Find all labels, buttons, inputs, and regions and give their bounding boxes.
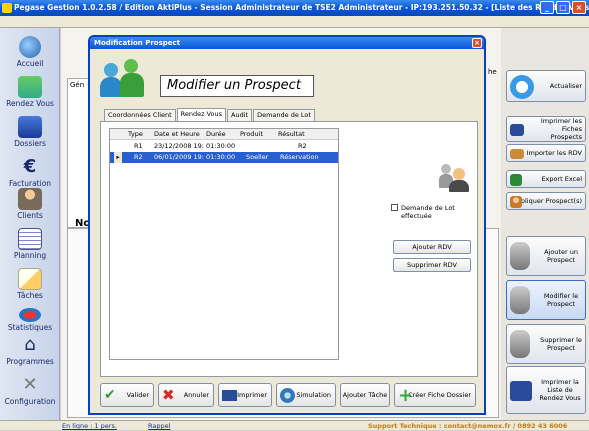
plus-icon: + [398, 385, 414, 406]
creer-fiche-dossier-button[interactable]: + Créer Fiche Dossier [394, 383, 476, 407]
sidebar-item-dossiers[interactable]: Dossiers [0, 116, 60, 148]
lot-checkbox-row[interactable]: Demande de Lot effectuée [391, 204, 456, 220]
rendez-vous-panel: Type Date et Heure Durée Produit Résulta… [100, 121, 478, 377]
status-bar: En ligne : 1 pers. Rappel Support Techni… [0, 420, 589, 430]
delete-prospect-button[interactable]: Supprimer le Prospect [506, 324, 586, 364]
database-add-icon [510, 242, 530, 270]
ajouter-tache-button[interactable]: Ajouter Tâche [340, 383, 390, 407]
tasks-icon [18, 268, 42, 290]
dialog-titlebar: Modification Prospect × [90, 37, 484, 49]
export-excel-button[interactable]: Export Excel [506, 170, 586, 188]
window-title: Pegase Gestion 1.0.2.58 / Edition AktiPl… [14, 3, 589, 12]
people-icon [18, 76, 42, 98]
check-icon: ✔ [104, 387, 116, 403]
sidebar-item-planning[interactable]: Planning [0, 228, 60, 260]
tab-audit[interactable]: Audit [227, 109, 253, 121]
row-pointer-icon: ▸ [114, 152, 122, 163]
duplicate-prospect-button[interactable]: Dupliquer Prospect(s) [506, 192, 586, 210]
import-rdv-button[interactable]: Importer les RDV [506, 144, 586, 162]
euro-icon: € [23, 156, 37, 177]
close-button[interactable]: × [572, 1, 586, 14]
tab-demande-de-lot[interactable]: Demande de Lot [253, 109, 315, 121]
annuler-button[interactable]: ✖ Annuler [158, 383, 214, 407]
background-side-hint: he [488, 68, 497, 76]
user-icon [510, 196, 522, 208]
calendar-icon [18, 228, 42, 250]
table-row[interactable]: R1 23/12/2008 19:30 01:30:00 R2 [110, 141, 338, 152]
print-rdv-list-button[interactable]: Imprimer la Liste de Rendez Vous [506, 366, 586, 414]
user-icon [18, 188, 42, 210]
simulation-button[interactable]: Simulation [276, 383, 336, 407]
sidebar-item-clients[interactable]: Clients [0, 188, 60, 220]
valider-button[interactable]: ✔ Valider [100, 383, 154, 407]
globe-icon [19, 36, 41, 58]
table-row-selected[interactable]: ▸ R2 06/01/2009 19:00 01:30:00 Soeller R… [110, 152, 338, 163]
minimize-button[interactable]: _ [540, 1, 554, 14]
people-icon [100, 57, 148, 97]
database-edit-icon [510, 286, 530, 314]
imprimer-button[interactable]: Imprimer [218, 383, 272, 407]
sidebar: Accueil Rendez Vous Dossiers € Facturati… [0, 28, 60, 420]
grid-header: Type Date et Heure Durée Produit Résulta… [110, 129, 338, 140]
menu-bar [0, 16, 589, 28]
dialog-close-button[interactable]: × [472, 38, 482, 48]
printer-icon [222, 390, 237, 401]
simulation-icon [280, 388, 295, 403]
add-prospect-button[interactable]: Ajouter un Prospect [506, 236, 586, 276]
tab-rendez-vous[interactable]: Rendez Vous [176, 108, 227, 121]
print-prospects-button[interactable]: Imprimer les Fiches Prospects [506, 116, 586, 142]
lot-checkbox[interactable] [391, 204, 398, 211]
edit-prospect-button[interactable]: Modifier le Prospect [506, 280, 586, 320]
app-icon [2, 3, 12, 13]
home-icon: ⌂ [24, 334, 36, 355]
user-icon [439, 162, 471, 192]
window-titlebar: Pegase Gestion 1.0.2.58 / Edition AktiPl… [0, 0, 589, 16]
maximize-button[interactable]: □ [556, 1, 570, 14]
sidebar-item-programmes[interactable]: ⌂ Programmes [0, 334, 60, 366]
dialog-heading: Modifier un Prospect [160, 75, 314, 97]
refresh-icon [510, 75, 534, 99]
tools-icon: ✕ [22, 374, 38, 395]
delete-rdv-button[interactable]: Supprimer RDV [393, 258, 471, 272]
excel-icon [510, 174, 522, 186]
cancel-icon: ✖ [162, 386, 175, 404]
sidebar-item-accueil[interactable]: Accueil [0, 36, 60, 68]
rdv-grid: Type Date et Heure Durée Produit Résulta… [109, 128, 339, 360]
actualiser-button[interactable]: Actualiser [506, 70, 586, 102]
dialog-footer: ✔ Valider ✖ Annuler Imprimer Simulation … [100, 383, 478, 407]
tab-coordonnees-client[interactable]: Coordonnées Client [104, 109, 176, 121]
chart-icon [19, 308, 41, 322]
add-rdv-button[interactable]: Ajouter RDV [393, 240, 471, 254]
lot-checkbox-label: Demande de Lot effectuée [401, 204, 455, 220]
right-panel: Actualiser Imprimer les Fiches Prospects… [501, 28, 589, 420]
sidebar-item-taches[interactable]: Tâches [0, 268, 60, 300]
sidebar-item-statistiques[interactable]: Statistiques [0, 304, 60, 332]
sidebar-item-configuration[interactable]: ✕ Configuration [0, 374, 60, 406]
dialog-tabs: Coordonnées Client Rendez Vous Audit Dem… [104, 108, 316, 121]
import-icon [510, 149, 524, 159]
folder-icon [18, 116, 42, 138]
database-delete-icon [510, 330, 530, 358]
printer-icon [510, 124, 524, 136]
modification-prospect-dialog: Modification Prospect × Modifier un Pros… [88, 35, 486, 415]
sidebar-item-facturation[interactable]: € Facturation [0, 156, 60, 188]
printer-icon [510, 381, 532, 401]
sidebar-item-rendez-vous[interactable]: Rendez Vous [0, 76, 60, 108]
